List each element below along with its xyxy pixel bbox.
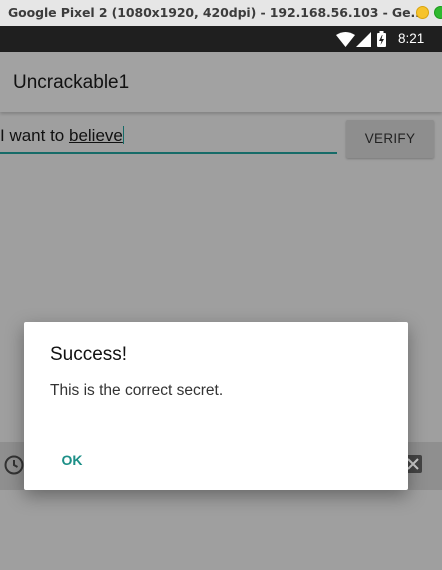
app-title: Uncrackable1 xyxy=(13,72,130,93)
clock-icon xyxy=(4,455,24,475)
secret-input-text: I want to xyxy=(0,126,69,145)
dialog-message: This is the correct secret. xyxy=(50,382,224,399)
secret-input[interactable]: I want to believe xyxy=(0,126,337,154)
signal-icon xyxy=(356,32,371,47)
status-time: 8:21 xyxy=(398,31,425,46)
ok-button[interactable]: OK xyxy=(48,442,96,478)
secret-input-word: believe xyxy=(68,126,123,145)
secret-input-row: I want to believe VERIFY xyxy=(0,120,442,160)
text-cursor xyxy=(122,126,124,144)
window-title: Google Pixel 2 (1080x1920, 420dpi) - 192… xyxy=(8,5,425,20)
verify-button[interactable]: VERIFY xyxy=(346,120,434,158)
app-bar: Uncrackable1 xyxy=(0,52,442,112)
wifi-icon xyxy=(336,32,355,47)
minimize-button[interactable] xyxy=(416,6,429,19)
app-screen: Uncrackable1 I want to believe VERIFY Su… xyxy=(0,52,442,570)
emulator-title-bar: Google Pixel 2 (1080x1920, 420dpi) - 192… xyxy=(0,0,442,26)
battery-charging-icon xyxy=(377,31,386,47)
status-bar: 8:21 xyxy=(0,26,442,52)
maximize-button[interactable] xyxy=(434,6,442,19)
success-dialog: Success! This is the correct secret. OK xyxy=(24,322,408,490)
dialog-title: Success! xyxy=(50,344,128,365)
